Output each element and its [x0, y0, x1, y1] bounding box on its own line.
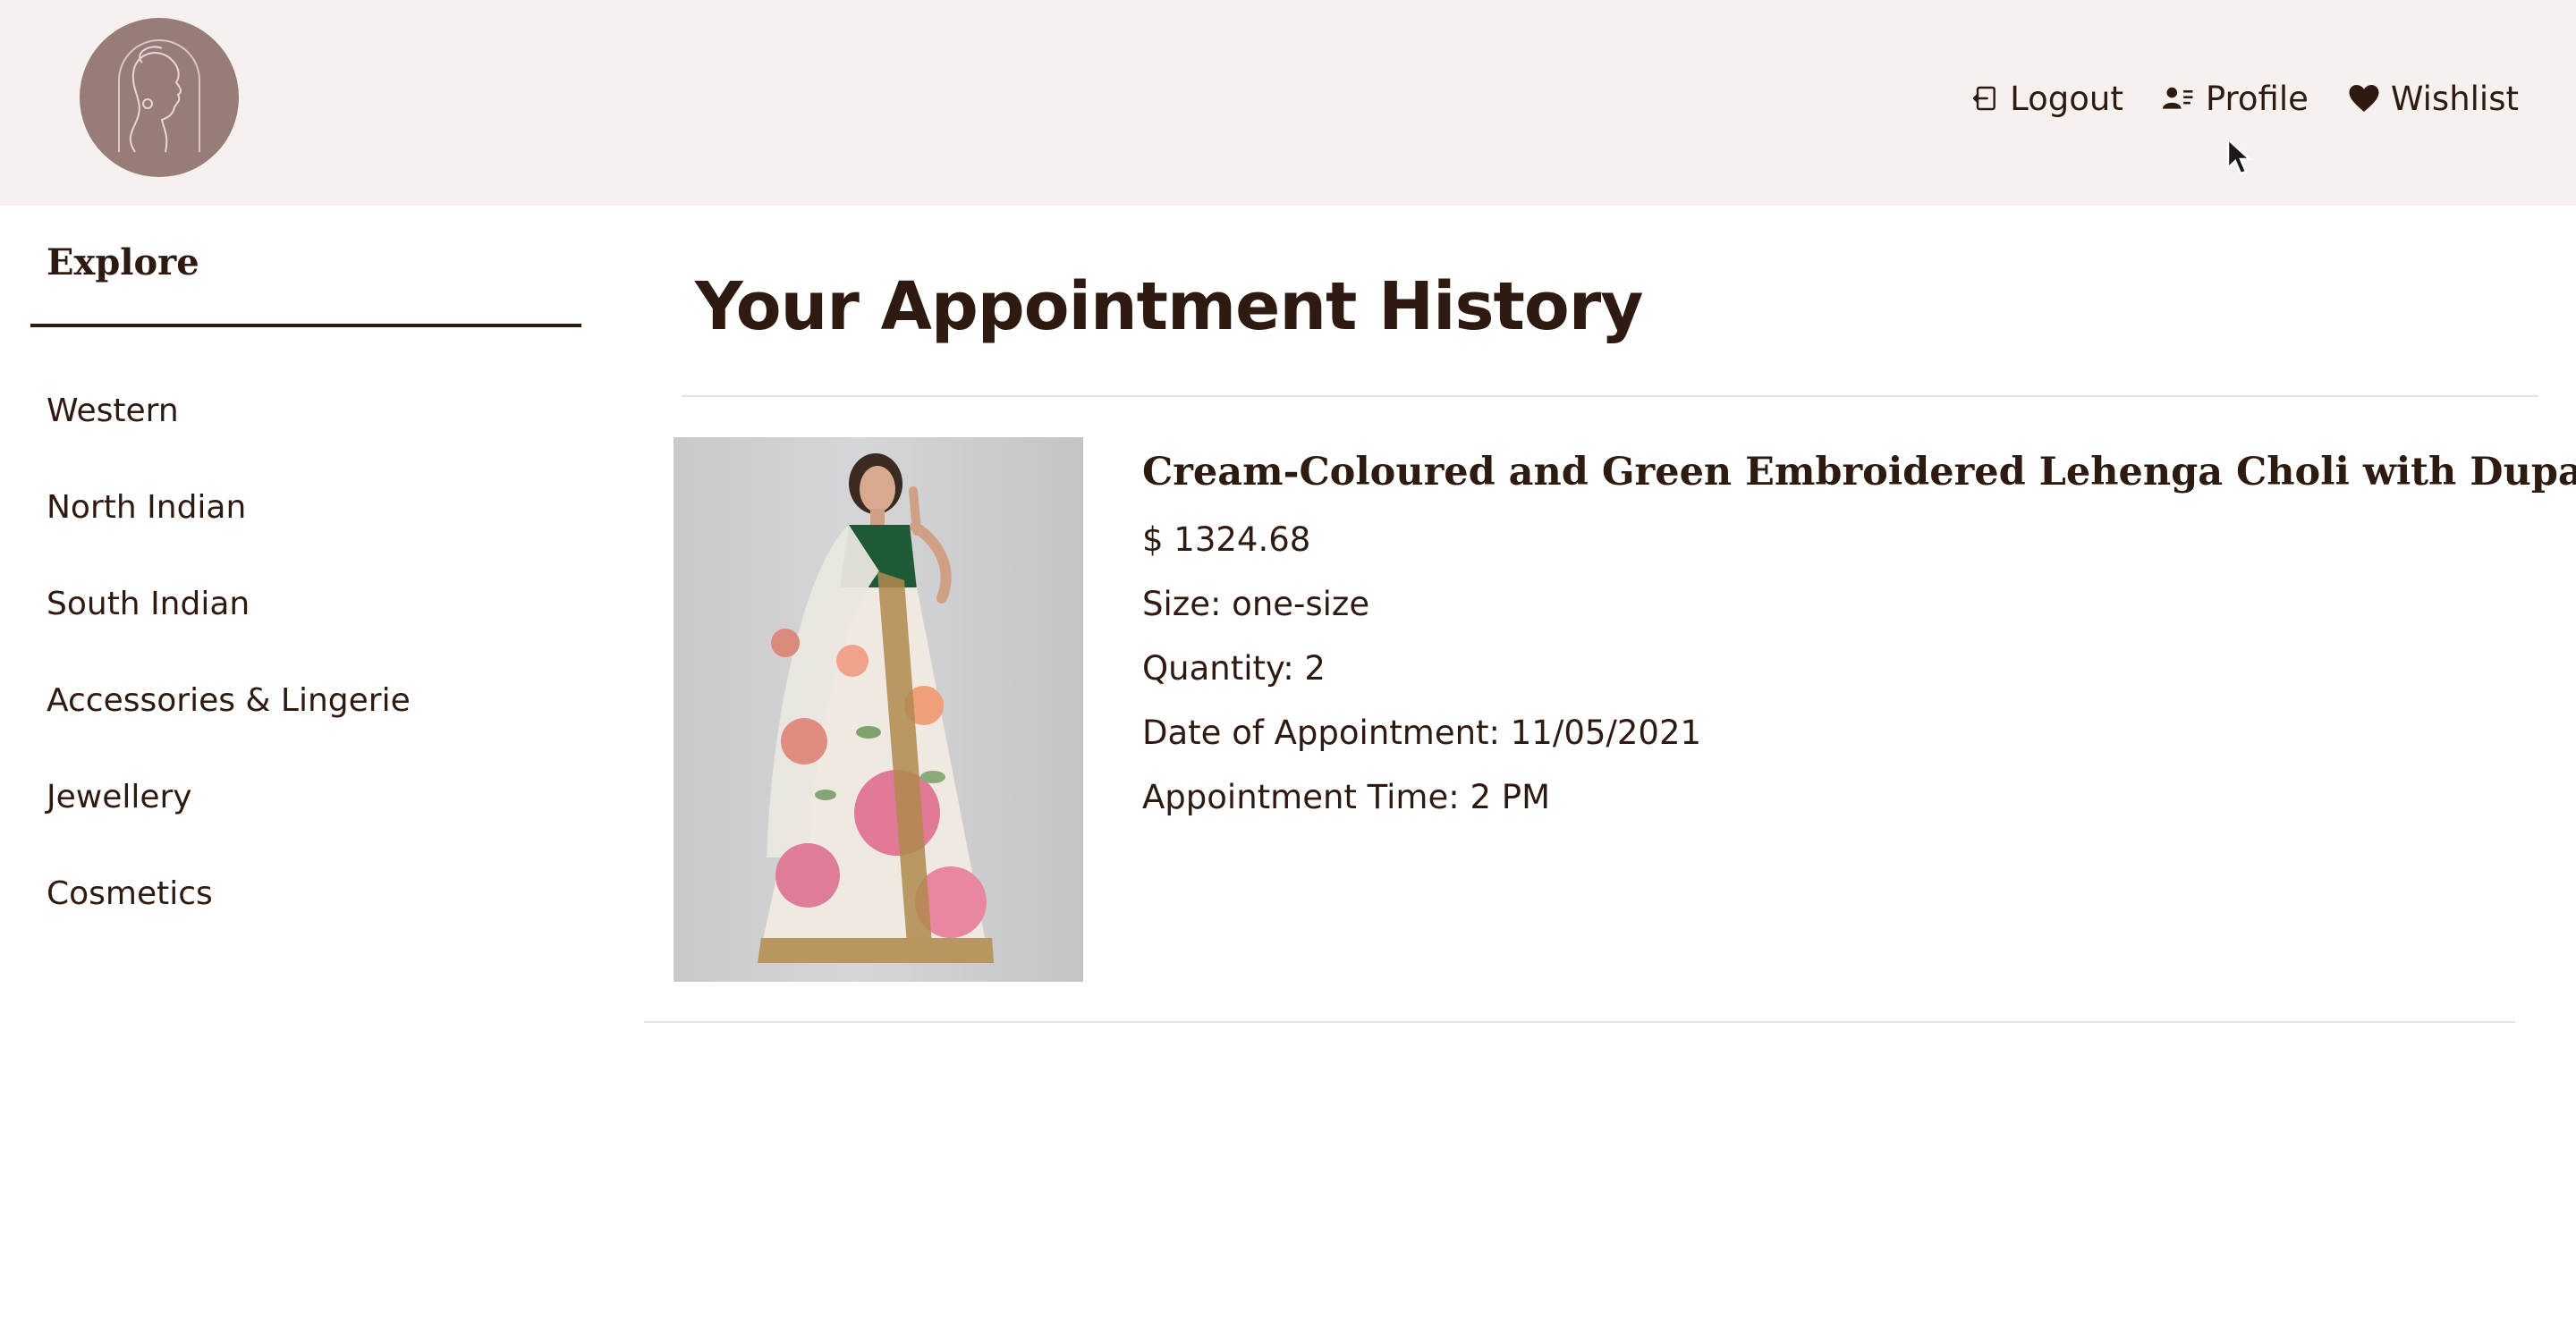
sidebar-item-western[interactable]: Western — [47, 384, 411, 481]
logout-link[interactable]: Logout — [1970, 80, 2123, 118]
profile-label: Profile — [2205, 79, 2309, 118]
product-name[interactable]: Cream-Coloured and Green Embroidered Leh… — [1142, 443, 2576, 501]
logout-icon — [1970, 84, 1999, 113]
product-quantity: Quantity: 2 — [1142, 649, 1326, 688]
sidebar-item-cosmetics[interactable]: Cosmetics — [47, 867, 411, 964]
title-divider — [682, 395, 2538, 397]
sidebar-divider — [30, 324, 581, 327]
appointment-details: Cream-Coloured and Green Embroidered Leh… — [1142, 443, 2576, 830]
sidebar-item-accessories-lingerie[interactable]: Accessories & Lingerie — [47, 674, 411, 771]
wishlist-link[interactable]: Wishlist — [2348, 80, 2519, 118]
sidebar-title: Explore — [47, 241, 199, 283]
woman-profile-logo-icon[interactable] — [80, 18, 239, 177]
site-header: Logout Profile Wishlist — [0, 0, 2576, 206]
product-price: $ 1324.68 — [1142, 520, 1311, 559]
sidebar-item-south-indian[interactable]: South Indian — [47, 578, 411, 674]
appointment-divider — [644, 1021, 2515, 1023]
profile-card-icon — [2162, 84, 2195, 113]
sidebar-item-jewellery[interactable]: Jewellery — [47, 771, 411, 867]
header-nav: Logout Profile Wishlist — [1970, 75, 2519, 122]
profile-link[interactable]: Profile — [2162, 79, 2309, 118]
product-image[interactable] — [674, 437, 1083, 982]
product-size: Size: one-size — [1142, 585, 1370, 623]
category-list: Western North Indian South Indian Access… — [47, 384, 411, 964]
wishlist-label: Wishlist — [2390, 79, 2519, 118]
sidebar-item-north-indian[interactable]: North Indian — [47, 481, 411, 578]
appointment-date: Date of Appointment: 11/05/2021 — [1142, 714, 1702, 752]
logout-label: Logout — [2010, 79, 2123, 118]
appointment-time: Appointment Time: 2 PM — [1142, 778, 1550, 816]
heart-icon — [2348, 83, 2380, 114]
page-title: Your Appointment History — [695, 268, 1643, 345]
mouse-pointer-icon — [2226, 138, 2253, 175]
